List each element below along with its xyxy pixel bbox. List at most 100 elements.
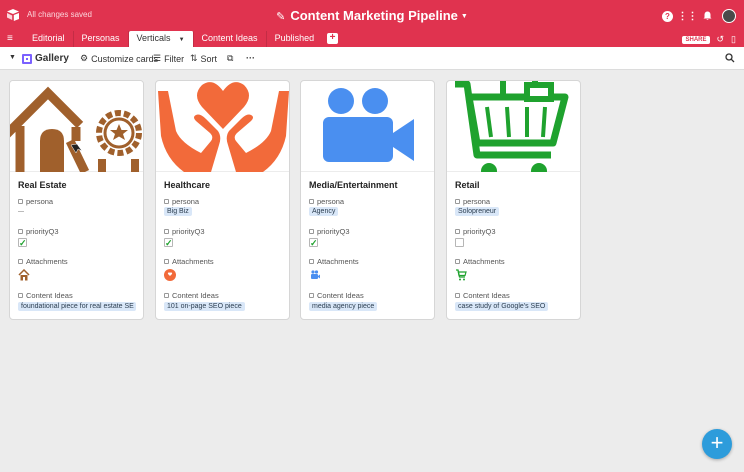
- content-idea-pill[interactable]: 101 on-page SEO piece: [164, 302, 245, 311]
- priority-checkbox[interactable]: ✓: [164, 238, 173, 248]
- chevron-down-icon: ▼: [460, 13, 468, 21]
- add-table-button[interactable]: +: [327, 33, 339, 44]
- card-title: Real Estate: [18, 180, 67, 190]
- persona-label-text: persona: [463, 197, 491, 206]
- card-title: Healthcare: [164, 180, 211, 190]
- persona-pill[interactable]: Big Biz: [164, 207, 192, 216]
- priority-label: priorityQ3: [18, 227, 59, 236]
- priority-label-text: priorityQ3: [26, 227, 59, 236]
- empty-value-dash: [18, 211, 24, 212]
- persona-label: persona: [18, 197, 53, 206]
- card-cover-image: [447, 81, 580, 179]
- video-camera-thumbnail-icon[interactable]: [309, 269, 321, 281]
- sort-button[interactable]: ⇅ Sort: [190, 53, 217, 64]
- gallery-card[interactable]: Retail persona Solopreneur priorityQ3 At…: [446, 80, 581, 320]
- content-ideas-label: Content Ideas: [455, 291, 510, 300]
- link-field-icon: [164, 293, 169, 298]
- tab-content-ideas[interactable]: Content Ideas: [194, 31, 267, 47]
- heart-hands-thumbnail-icon[interactable]: [164, 269, 176, 281]
- content-idea-pill[interactable]: media agency piece: [309, 302, 378, 311]
- content-idea-pill[interactable]: foundational piece for real estate SE: [18, 302, 136, 311]
- tab-verticals[interactable]: Verticals ▼: [128, 31, 194, 47]
- attachments-label-text: Attachments: [26, 257, 68, 266]
- base-title-text: Content Marketing Pipeline: [290, 8, 458, 23]
- attachment-field-icon: [164, 259, 169, 264]
- link-field-icon: [18, 293, 23, 298]
- attachment-field-icon: [455, 259, 460, 264]
- share-button[interactable]: SHARE: [682, 35, 710, 44]
- tab-verticals-label: Verticals: [136, 33, 171, 43]
- card-cover-image: [156, 81, 289, 172]
- card-cover-image: [301, 81, 434, 172]
- video-camera-icon: [323, 88, 414, 162]
- checkbox-field-icon: [164, 229, 169, 234]
- card-title: Media/Entertainment: [309, 180, 398, 190]
- view-switcher-chevron-icon[interactable]: ▼: [9, 54, 16, 61]
- tab-editorial[interactable]: Editorial: [24, 31, 74, 47]
- gallery-card[interactable]: Healthcare persona Big Biz priorityQ3 ✓ …: [155, 80, 290, 320]
- persona-label-text: persona: [317, 197, 345, 206]
- more-options-button[interactable]: ···: [246, 53, 255, 63]
- content-ideas-label: Content Ideas: [18, 291, 73, 300]
- sort-icon: ⇅: [190, 53, 198, 63]
- checkbox-field-icon: [455, 229, 460, 234]
- view-name: Gallery: [35, 53, 69, 64]
- shopping-cart-thumbnail-icon[interactable]: [455, 269, 467, 281]
- shopping-cart-icon: [455, 81, 569, 179]
- view-toolbar: ▼ Gallery ⚙ Customize cards ☰ Filter ⇅ S…: [0, 47, 744, 70]
- gallery-card[interactable]: Real Estate persona priorityQ3 ✓ Attachm…: [9, 80, 144, 320]
- persona-pill[interactable]: Agency: [309, 207, 339, 216]
- content-ideas-label: Content Ideas: [164, 291, 219, 300]
- checkbox-field-icon: [18, 229, 23, 234]
- gear-icon: ⚙: [80, 53, 89, 63]
- share-view-button[interactable]: ⧉: [227, 53, 233, 64]
- add-record-button[interactable]: +: [702, 429, 732, 459]
- avatar[interactable]: [722, 9, 736, 23]
- view-switcher-button[interactable]: Gallery: [22, 53, 69, 64]
- tab-published[interactable]: Published: [267, 31, 323, 47]
- base-title[interactable]: ✎ Content Marketing Pipeline ▼: [0, 8, 744, 23]
- help-icon[interactable]: ?: [662, 10, 673, 22]
- menu-icon[interactable]: ≡: [7, 33, 13, 44]
- chevron-down-icon[interactable]: ▼: [179, 37, 185, 43]
- house-thumbnail-icon[interactable]: [18, 269, 30, 281]
- priority-label: priorityQ3: [455, 227, 496, 236]
- card-title: Retail: [455, 180, 480, 190]
- search-icon[interactable]: [725, 53, 735, 66]
- priority-label: priorityQ3: [164, 227, 205, 236]
- pencil-icon: ✎: [276, 11, 286, 23]
- gallery-icon: [22, 53, 32, 64]
- priority-checkbox[interactable]: ✓: [18, 238, 27, 248]
- sort-label: Sort: [200, 53, 218, 64]
- history-icon[interactable]: ↺: [717, 34, 725, 45]
- tab-personas[interactable]: Personas: [74, 31, 129, 47]
- grid-icon[interactable]: ⋮⋮: [678, 11, 698, 22]
- heart-hands-icon: [158, 82, 289, 172]
- customize-cards-label: Customize cards: [91, 53, 159, 64]
- bell-icon[interactable]: [702, 11, 713, 22]
- gallery-card[interactable]: Media/Entertainment persona Agency prior…: [300, 80, 435, 320]
- attachments-label: Attachments: [455, 257, 505, 266]
- card-cover-image: [10, 81, 143, 174]
- customize-cards-button[interactable]: ⚙ Customize cards: [80, 53, 158, 64]
- persona-label-text: persona: [26, 197, 54, 206]
- link-field-icon: [455, 293, 460, 298]
- priority-label-text: priorityQ3: [463, 227, 496, 236]
- link-field-icon: [18, 199, 23, 204]
- priority-checkbox[interactable]: ✓: [309, 238, 318, 248]
- attachments-label-text: Attachments: [317, 257, 359, 266]
- content-ideas-label-text: Content Ideas: [26, 291, 73, 300]
- persona-label: persona: [164, 197, 199, 206]
- external-link-icon: ⧉: [227, 53, 234, 63]
- content-ideas-label-text: Content Ideas: [463, 291, 510, 300]
- content-idea-pill[interactable]: case study of Google's SEO: [455, 302, 549, 311]
- link-field-icon: [309, 199, 314, 204]
- filter-button[interactable]: ☰ Filter: [153, 53, 184, 64]
- attachment-field-icon: [18, 259, 23, 264]
- attachments-label-text: Attachments: [172, 257, 214, 266]
- persona-pill[interactable]: Solopreneur: [455, 207, 500, 216]
- filter-icon: ☰: [153, 53, 162, 63]
- sidebar-toggle-icon[interactable]: ▯: [731, 34, 736, 45]
- priority-checkbox[interactable]: [455, 238, 464, 247]
- checkbox-field-icon: [309, 229, 314, 234]
